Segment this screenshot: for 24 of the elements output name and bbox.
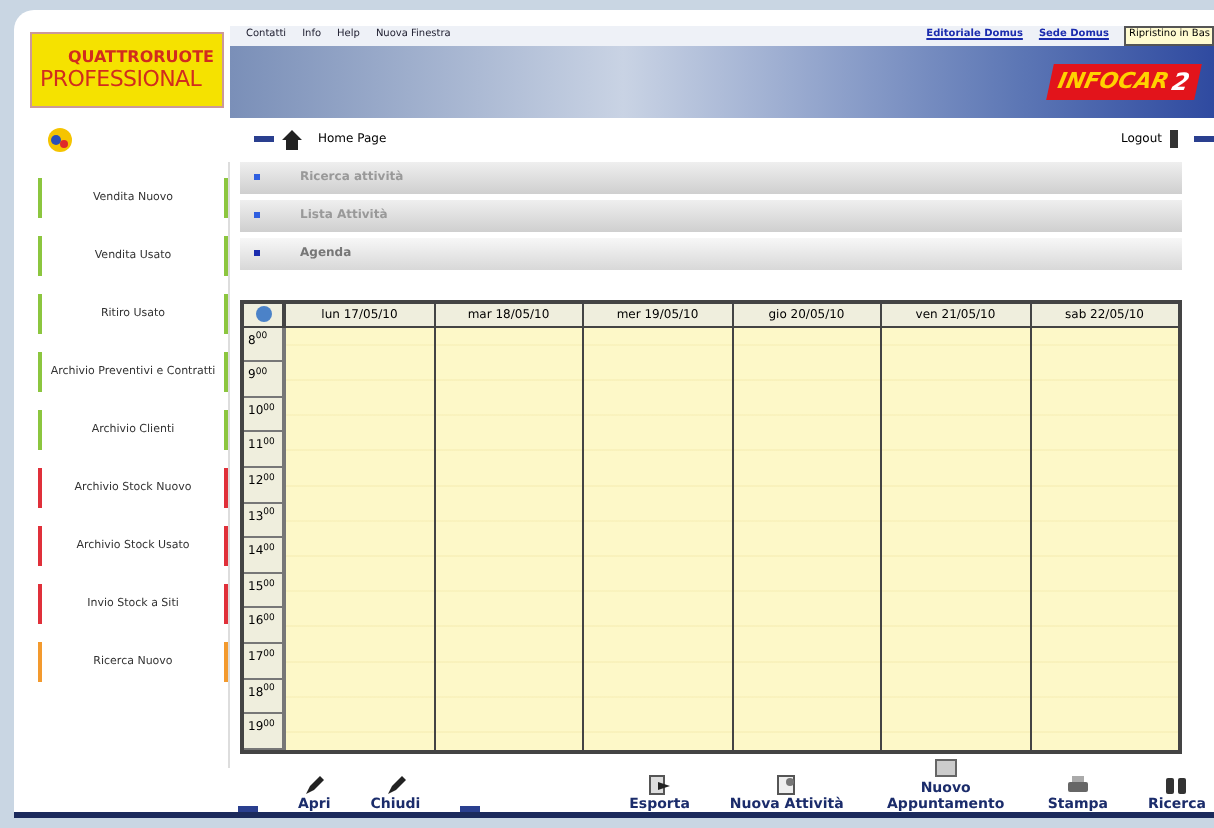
brand-logo: INFOCAR2 [1047, 63, 1202, 100]
dash-icon[interactable] [460, 806, 481, 813]
calendar-slot[interactable] [1031, 327, 1178, 363]
logo: QUATTRORUOTE PROFESSIONAL [30, 32, 224, 108]
logo-icon [46, 125, 74, 154]
home-icon[interactable] [282, 129, 302, 150]
dash-icon[interactable] [254, 136, 274, 143]
calendar-slot[interactable] [584, 327, 733, 363]
pen-icon [383, 774, 408, 797]
document-icon [774, 774, 799, 797]
bullet-icon [254, 250, 260, 257]
bullet-icon [254, 212, 260, 219]
calendar-slot[interactable] [435, 327, 584, 363]
calendar-slot[interactable] [733, 327, 882, 363]
export-icon [647, 774, 672, 797]
calendar-slot[interactable] [882, 327, 1031, 363]
pen-icon [302, 774, 327, 797]
calendar-slot[interactable] [286, 327, 435, 363]
printer-icon [1065, 774, 1090, 797]
bullet-icon [254, 174, 260, 181]
door-icon [1170, 130, 1178, 149]
screen-icon [933, 758, 958, 781]
binoculars-icon [1164, 774, 1189, 797]
dash-icon[interactable] [1194, 136, 1214, 143]
